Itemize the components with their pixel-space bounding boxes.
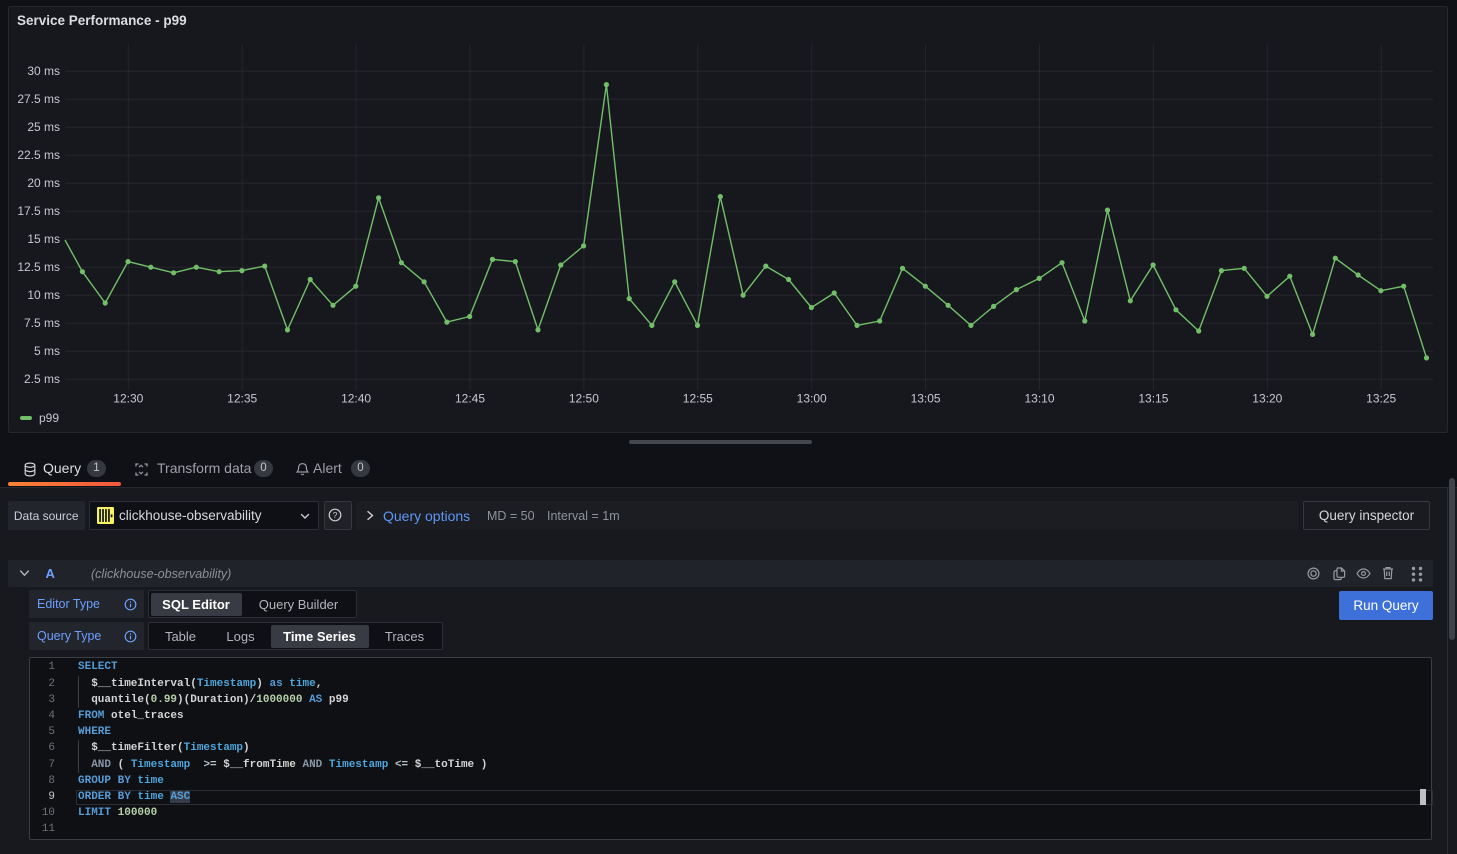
svg-text:7.5 ms: 7.5 ms (24, 316, 60, 330)
svg-text:17.5 ms: 17.5 ms (17, 204, 60, 218)
svg-text:12:40: 12:40 (341, 392, 371, 406)
svg-text:12:45: 12:45 (455, 392, 485, 406)
svg-text:12:55: 12:55 (683, 392, 713, 406)
svg-text:12:35: 12:35 (227, 392, 257, 406)
svg-text:10 ms: 10 ms (27, 288, 60, 302)
svg-text:25 ms: 25 ms (27, 120, 60, 134)
svg-text:p99: p99 (39, 411, 59, 425)
svg-text:20 ms: 20 ms (27, 176, 60, 190)
svg-text:13:20: 13:20 (1252, 392, 1282, 406)
svg-text:2.5 ms: 2.5 ms (24, 372, 60, 386)
svg-text:30 ms: 30 ms (27, 64, 60, 78)
svg-text:?: ? (333, 510, 338, 520)
svg-text:15 ms: 15 ms (27, 232, 60, 246)
svg-text:22.5 ms: 22.5 ms (17, 148, 60, 162)
svg-text:12:50: 12:50 (569, 392, 599, 406)
svg-text:27.5 ms: 27.5 ms (17, 92, 60, 106)
svg-text:12:30: 12:30 (113, 392, 143, 406)
svg-text:12.5 ms: 12.5 ms (17, 260, 60, 274)
svg-text:13:10: 13:10 (1024, 392, 1054, 406)
svg-text:13:15: 13:15 (1138, 392, 1168, 406)
svg-text:5 ms: 5 ms (34, 344, 60, 358)
svg-text:13:25: 13:25 (1366, 392, 1396, 406)
svg-text:13:05: 13:05 (911, 392, 941, 406)
svg-text:13:00: 13:00 (797, 392, 827, 406)
